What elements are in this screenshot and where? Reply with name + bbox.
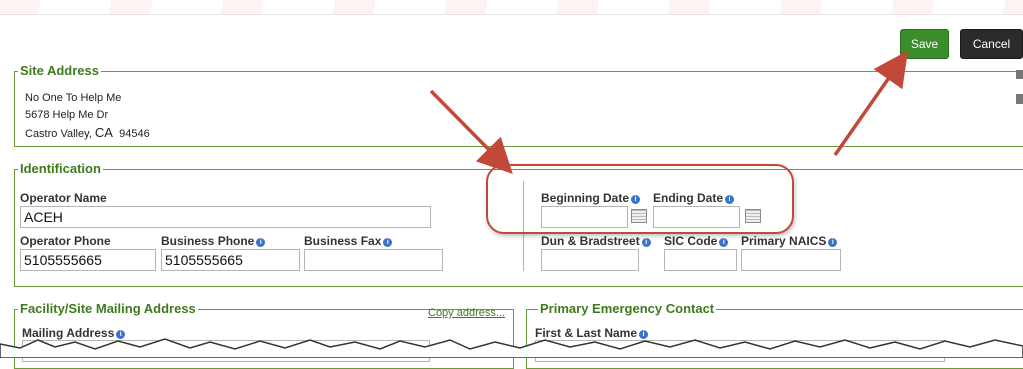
annotation-arrows bbox=[429, 50, 909, 174]
annotation-arrow bbox=[429, 89, 513, 174]
annotation-arrow bbox=[833, 50, 909, 157]
torn-edge bbox=[0, 338, 1023, 358]
